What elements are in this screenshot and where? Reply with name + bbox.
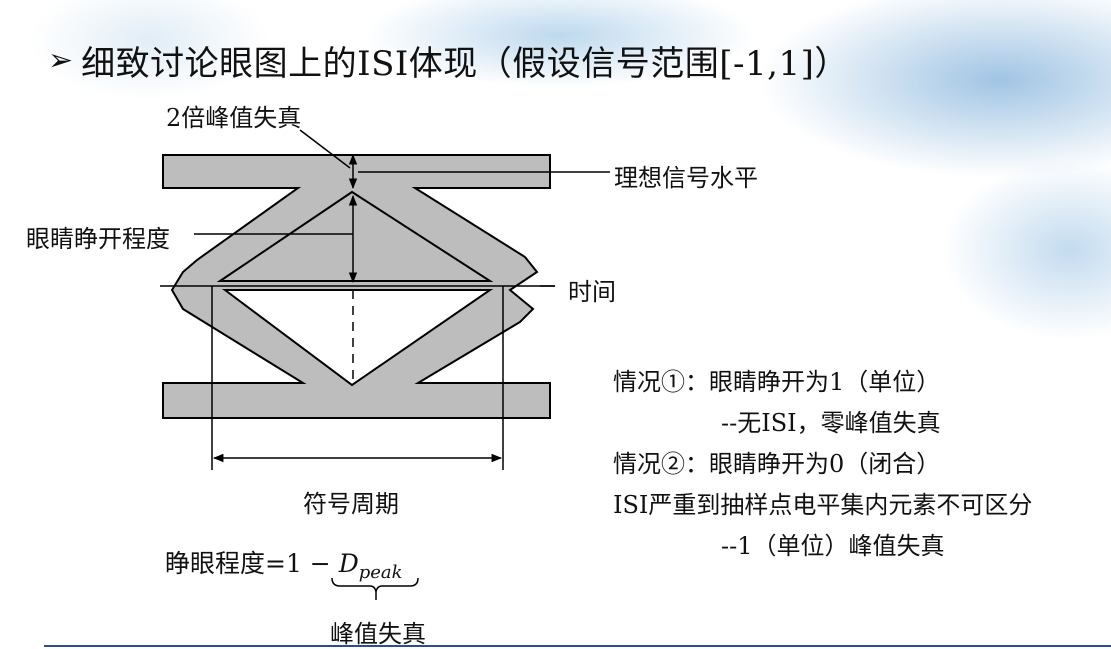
case2-distortion: --1（单位）峰值失真 bbox=[721, 532, 945, 560]
eye-opening-formula: 睁眼程度=1 − Dpeak bbox=[165, 544, 403, 583]
label-ideal-signal-level: 理想信号水平 bbox=[614, 164, 758, 192]
case2-line: 情况②：眼睛睁开为0（闭合） bbox=[613, 450, 941, 478]
formula-text: 睁眼程度=1 − bbox=[165, 549, 339, 578]
formula-variable: D bbox=[338, 549, 359, 578]
cases-text-block: 情况①：眼睛睁开为1（单位） --无ISI，零峰值失真 情况②：眼睛睁开为0（闭… bbox=[613, 362, 1108, 567]
label-peak-distortion: 峰值失真 bbox=[330, 620, 426, 648]
formula-subscript: peak bbox=[358, 562, 403, 583]
bottom-divider bbox=[44, 645, 1111, 647]
case1-line: 情况①：眼睛睁开为1（单位） bbox=[613, 368, 941, 396]
label-peak-distortion-2x: 2倍峰值失真 bbox=[166, 104, 302, 132]
case1-detail: --无ISI，零峰值失真 bbox=[721, 409, 941, 437]
case2-detail: ISI严重到抽样点电平集内元素不可区分 bbox=[613, 491, 1033, 519]
label-symbol-period: 符号周期 bbox=[303, 490, 399, 518]
label-eye-opening: 眼睛睁开程度 bbox=[26, 225, 170, 253]
label-time: 时间 bbox=[568, 278, 616, 306]
